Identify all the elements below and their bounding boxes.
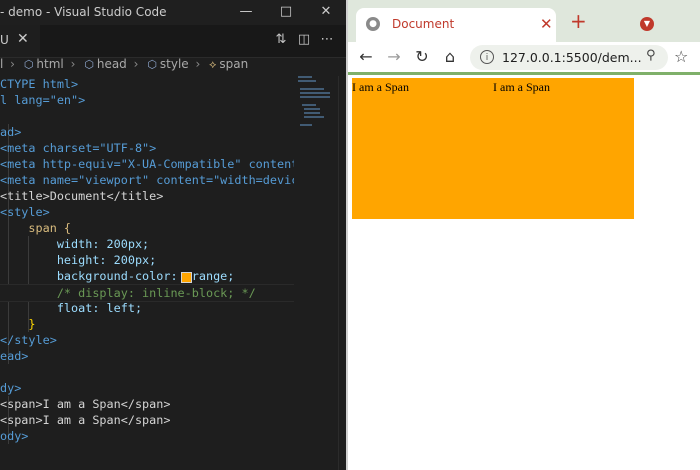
code-line: ad> <box>0 125 22 139</box>
tab-search-icon[interactable]: ▼ <box>640 17 654 31</box>
bookmark-star-icon[interactable]: ☆ <box>674 48 688 66</box>
code-line: <style> <box>0 205 50 219</box>
chevron-right-icon: › <box>70 57 76 71</box>
home-icon[interactable]: ⌂ <box>440 46 460 68</box>
code-line: <span>I am a Span</span> <box>0 413 171 427</box>
breadcrumb-item-style[interactable]: style <box>160 57 189 71</box>
cube-icon: ⬡ <box>23 58 34 71</box>
globe-icon: ● <box>366 17 380 31</box>
selector-icon: ⟡ <box>209 58 217 71</box>
tab-close-icon[interactable]: ✕ <box>17 31 29 47</box>
breadcrumb: l › ⬡ html › ⬡ head › ⬡ style › ⟡ span <box>0 57 300 75</box>
editor-scrollbar[interactable] <box>338 76 346 470</box>
breadcrumb-item-span[interactable]: span <box>219 57 248 71</box>
span-text-2: I am a Span <box>493 80 550 94</box>
code-line: float: left; <box>0 301 143 315</box>
new-tab-icon[interactable]: + <box>570 11 587 31</box>
code-line: ody> <box>0 429 29 443</box>
restore-icon[interactable]: □ <box>276 2 296 22</box>
code-line: <span>I am a Span</span> <box>0 397 171 411</box>
editor-tab[interactable]: U ✕ <box>0 25 40 57</box>
code-line: dy> <box>0 381 22 395</box>
address-bar[interactable]: i 127.0.0.1:5500/dem... ⚲ <box>470 45 668 70</box>
code-line: height: 200px; <box>0 253 157 267</box>
open-changes-icon[interactable]: ⇅ <box>272 31 290 49</box>
vscode-window: - demo - Visual Studio Code — □ ✕ U ✕ ⇅ … <box>0 0 346 470</box>
browser-window: ● Document ✕ + ▼ ← → ↻ ⌂ i 127.0.0.1:550… <box>348 0 700 470</box>
zoom-icon[interactable]: ⚲ <box>646 48 656 63</box>
browser-tab-title: Document <box>392 17 455 31</box>
forward-icon[interactable]: → <box>384 46 404 68</box>
reload-icon[interactable]: ↻ <box>412 46 432 68</box>
code-line: </style> <box>0 333 57 347</box>
code-line: width: 200px; <box>0 237 150 251</box>
minimize-icon[interactable]: — <box>236 2 256 22</box>
code-line: ead> <box>0 349 29 363</box>
back-icon[interactable]: ← <box>356 46 376 68</box>
cube-icon: ⬡ <box>84 58 94 71</box>
url-text: 127.0.0.1:5500/dem... <box>502 50 642 65</box>
chevron-right-icon: › <box>133 57 139 71</box>
code-line: CTYPE html> <box>0 77 79 91</box>
minimap[interactable] <box>296 76 336 136</box>
chevron-right-icon: › <box>195 57 201 71</box>
tab-label: U <box>0 33 9 47</box>
browser-tab-close-icon[interactable]: ✕ <box>540 15 553 33</box>
window-title: - demo - Visual Studio Code <box>0 5 167 19</box>
browser-toolbar: ← → ↻ ⌂ i 127.0.0.1:5500/dem... ⚲ ☆ <box>348 42 700 72</box>
code-line: <meta name="viewport" content="width=dev… <box>0 173 294 187</box>
browser-tab-strip: ● Document ✕ + ▼ <box>348 0 700 42</box>
code-line: <meta http-equiv="X-UA-Compatible" conte… <box>0 157 294 171</box>
code-line: background-color: orange; <box>0 269 235 283</box>
breadcrumb-item-html[interactable]: html <box>36 57 63 71</box>
browser-tab[interactable]: ● Document ✕ <box>356 8 556 42</box>
span-box-2: I am a Span <box>493 78 634 219</box>
code-line: l lang="en"> <box>0 93 86 107</box>
span-text-1: I am a Span <box>352 80 409 94</box>
code-line: <title>Document</title> <box>0 189 164 203</box>
span-box-1: I am a Span <box>352 78 493 219</box>
close-icon[interactable]: ✕ <box>316 2 336 22</box>
split-editor-icon[interactable]: ◫ <box>295 31 313 49</box>
site-info-icon[interactable]: i <box>480 50 494 64</box>
more-actions-icon[interactable]: ⋯ <box>318 31 336 49</box>
color-swatch-icon[interactable] <box>181 272 192 283</box>
code-line: <meta charset="UTF-8"> <box>0 141 157 155</box>
cube-icon: ⬡ <box>147 58 157 71</box>
editor-tab-bar: U ✕ ⇅ ◫ ⋯ <box>0 25 346 58</box>
code-line: } <box>0 317 36 331</box>
code-editor[interactable]: CTYPE html> l lang="en"> ad> <meta chars… <box>0 76 294 470</box>
breadcrumb-item-head[interactable]: head <box>97 57 127 71</box>
code-line: span { <box>0 221 72 235</box>
chevron-right-icon: › <box>10 57 15 71</box>
breadcrumb-item-file[interactable]: l <box>0 57 3 71</box>
vscode-titlebar: - demo - Visual Studio Code — □ ✕ <box>0 0 346 25</box>
page-viewport: I am a Span I am a Span <box>348 75 700 470</box>
